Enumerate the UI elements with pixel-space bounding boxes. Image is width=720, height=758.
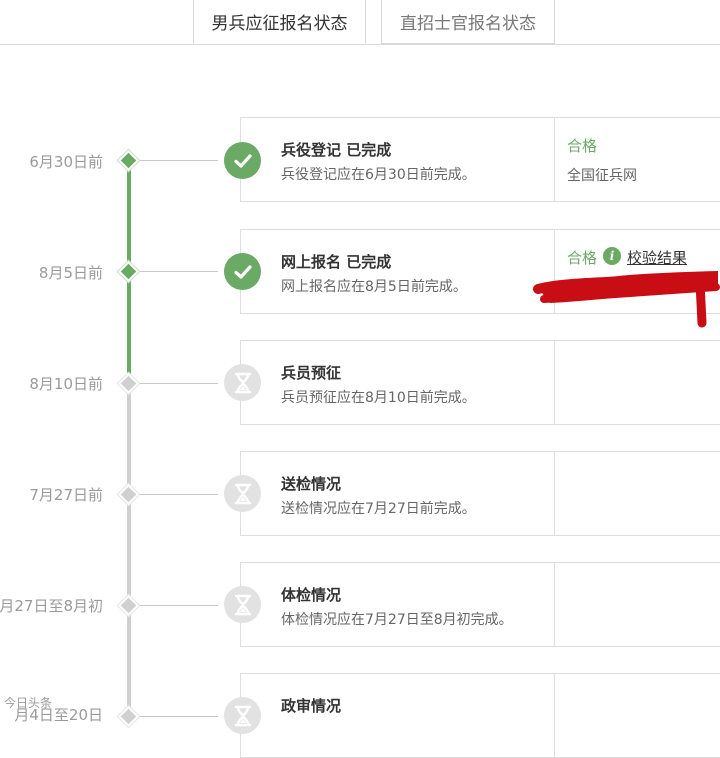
status-source: 全国征兵网 bbox=[567, 168, 637, 184]
step-date: 6月30日前 bbox=[29, 153, 103, 171]
step-title: 体检情况 bbox=[281, 586, 342, 604]
timeline-node-pending bbox=[117, 483, 140, 506]
step-title: 送检情况 bbox=[281, 475, 342, 493]
tab-male-enlistment-status[interactable]: 男兵应征报名状态 bbox=[193, 0, 366, 44]
step-title: 兵员预征 bbox=[281, 364, 342, 382]
step-card-political-review[interactable]: 政审情况 bbox=[240, 673, 720, 758]
redaction-scribble bbox=[533, 271, 720, 328]
timeline-node-done bbox=[117, 260, 140, 283]
step-date: 7月27日至8月初 bbox=[0, 597, 103, 615]
watermark: 今日头条 bbox=[4, 696, 53, 710]
step-description: 网上报名应在8月5日前完成。 bbox=[281, 279, 467, 295]
hourglass-icon bbox=[224, 475, 261, 512]
step-card-physical-exam[interactable]: 体检情况 体检情况应在7月27日至8月初完成。 bbox=[240, 562, 720, 647]
card-divider bbox=[554, 118, 555, 201]
card-divider bbox=[554, 563, 555, 646]
step-title: 兵役登记 已完成 bbox=[281, 141, 392, 159]
timeline-node-pending bbox=[117, 594, 140, 617]
check-icon bbox=[224, 253, 261, 290]
step-card-inspection-delivery[interactable]: 送检情况 送检情况应在7月27日前完成。 bbox=[240, 451, 720, 536]
step-description: 兵员预征应在8月10日前完成。 bbox=[281, 390, 476, 406]
step-card-registration[interactable]: 兵役登记 已完成 兵役登记应在6月30日前完成。 合格 全国征兵网 bbox=[240, 117, 720, 202]
card-divider bbox=[554, 674, 555, 757]
check-icon bbox=[224, 142, 261, 179]
hourglass-icon bbox=[224, 586, 261, 623]
hourglass-icon bbox=[224, 697, 261, 734]
step-title: 网上报名 已完成 bbox=[281, 253, 392, 271]
timeline-connector bbox=[140, 383, 218, 384]
step-date: 8月5日前 bbox=[38, 264, 103, 282]
step-date: 7月27日前 bbox=[29, 486, 103, 504]
step-description: 体检情况应在7月27日至8月初完成。 bbox=[281, 612, 513, 628]
card-divider bbox=[554, 341, 555, 424]
timeline-node-pending bbox=[117, 372, 140, 395]
timeline-line-pending bbox=[127, 383, 131, 723]
timeline-connector bbox=[140, 271, 218, 272]
tabs-baseline bbox=[0, 44, 720, 45]
step-card-preconscription[interactable]: 兵员预征 兵员预征应在8月10日前完成。 bbox=[240, 340, 720, 425]
timeline-node-pending bbox=[117, 705, 140, 728]
timeline-node-done bbox=[117, 149, 140, 172]
tab-label: 直招士官报名状态 bbox=[400, 14, 536, 34]
timeline-connector bbox=[140, 160, 218, 161]
timeline-connector bbox=[140, 494, 218, 495]
step-date: 8月10日前 bbox=[29, 375, 103, 393]
hourglass-icon bbox=[224, 364, 261, 401]
step-description: 兵役登记应在6月30日前完成。 bbox=[281, 167, 476, 183]
status-result: 合格 bbox=[567, 137, 598, 155]
tab-label: 男兵应征报名状态 bbox=[211, 14, 348, 34]
step-description: 送检情况应在7月27日前完成。 bbox=[281, 501, 476, 517]
tab-direct-nco-status[interactable]: 直招士官报名状态 bbox=[381, 0, 555, 44]
timeline-connector bbox=[140, 605, 218, 606]
card-divider bbox=[554, 452, 555, 535]
step-title: 政审情况 bbox=[281, 697, 342, 715]
timeline-connector bbox=[140, 716, 218, 717]
